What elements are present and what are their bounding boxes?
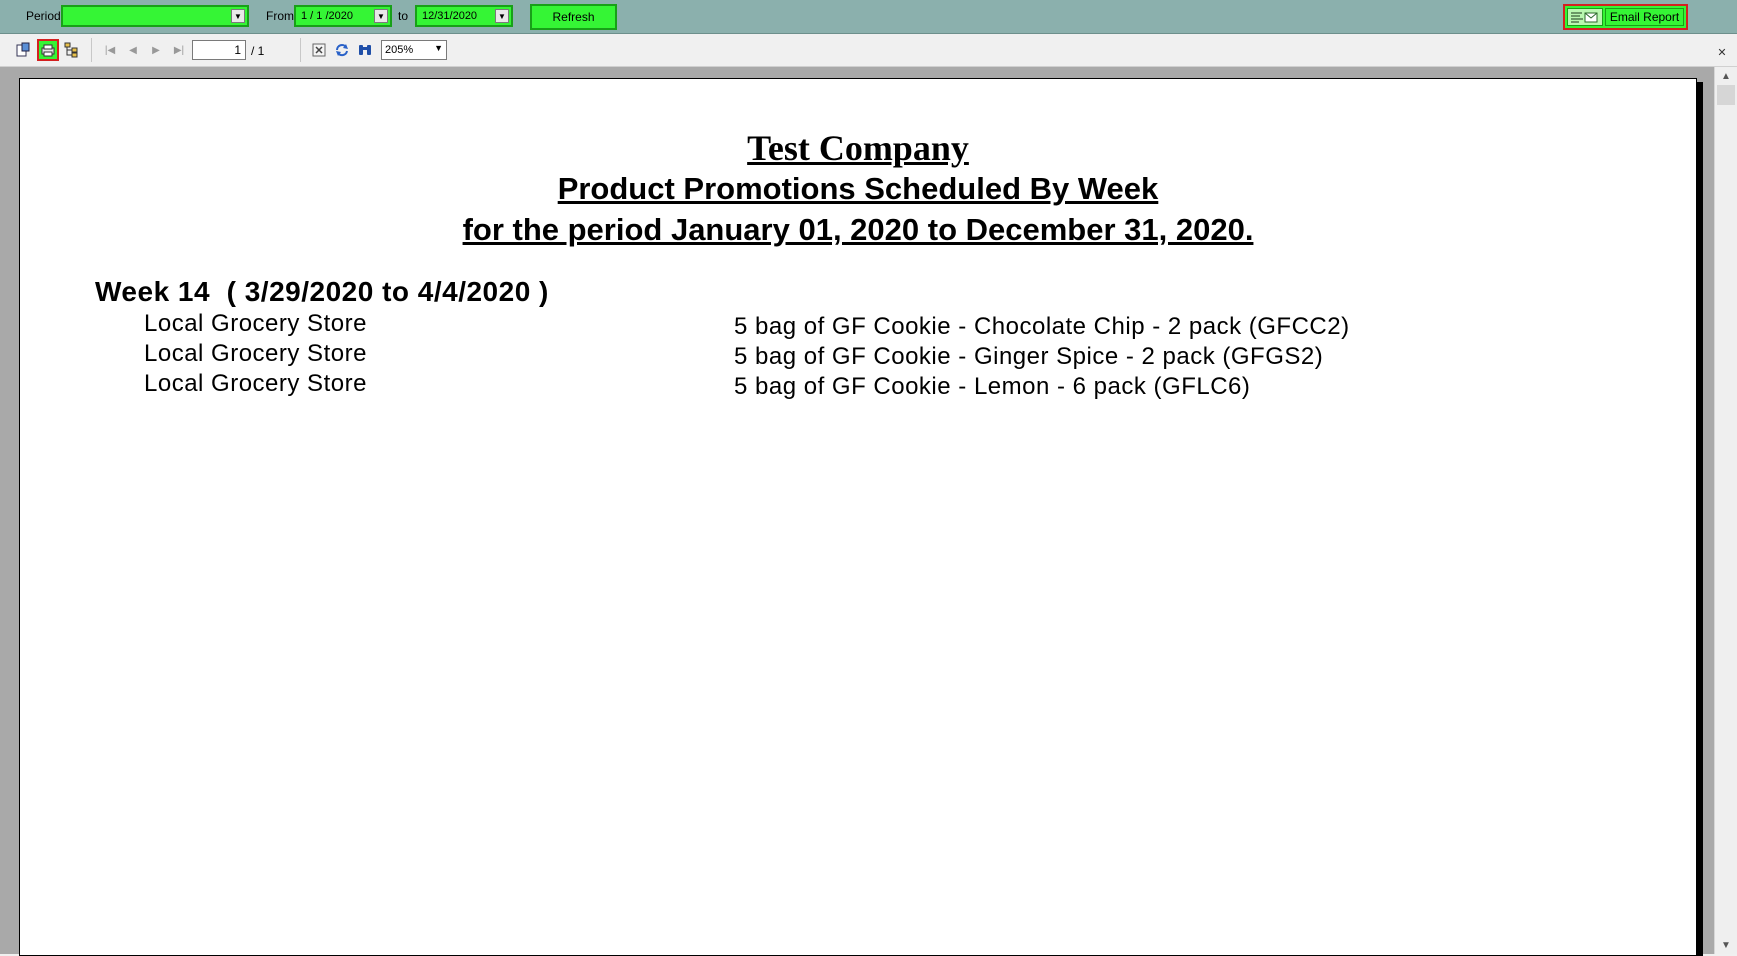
chevron-down-icon[interactable]: ▼: [231, 9, 245, 23]
product-description: 5 bag of GF Cookie - Ginger Spice - 2 pa…: [734, 343, 1324, 370]
report-page: Test Company Product Promotions Schedule…: [19, 78, 1697, 956]
group-tree-icon[interactable]: [63, 41, 81, 59]
from-date-picker[interactable]: 1 / 1 /2020 ▼: [294, 5, 392, 27]
refresh-button[interactable]: Refresh: [530, 4, 617, 30]
report-period: for the period January 01, 2020 to Decem…: [462, 212, 1254, 247]
chevron-down-icon[interactable]: ▼: [374, 9, 388, 23]
chevron-down-icon[interactable]: ▼: [434, 43, 443, 53]
filter-bar: Period ▼ From 1 / 1 /2020 ▼ to 12/31/202…: [0, 0, 1737, 34]
chevron-down-icon[interactable]: ▼: [495, 9, 509, 23]
from-label: From: [266, 9, 294, 23]
from-date-value: 1 / 1 /2020: [301, 10, 353, 22]
export-icon[interactable]: [14, 41, 32, 59]
next-page-icon[interactable]: ▶: [147, 41, 165, 59]
scroll-up-icon[interactable]: ▲: [1717, 67, 1735, 85]
period-select[interactable]: ▼: [61, 5, 249, 27]
first-page-icon[interactable]: |◀: [101, 41, 119, 59]
report-title: Product Promotions Scheduled By Week: [557, 171, 1159, 206]
page-number-input[interactable]: 1: [192, 40, 246, 60]
report-viewer: Test Company Product Promotions Schedule…: [0, 67, 1737, 956]
to-date-picker[interactable]: 12/31/2020 ▼: [415, 5, 513, 27]
company-title: Test Company: [747, 128, 969, 168]
vertical-scrollbar[interactable]: ▲ ▼: [1714, 67, 1737, 954]
close-icon[interactable]: ✕: [1713, 43, 1731, 61]
store-name: Local Grocery Store: [144, 340, 367, 367]
product-description: 5 bag of GF Cookie - Lemon - 6 pack (GFL…: [734, 373, 1251, 400]
store-name: Local Grocery Store: [144, 310, 367, 337]
report-toolbar: |◀ ◀ ▶ ▶| 1 / 1 205% ▼ ✕: [0, 34, 1737, 67]
toolbar-divider: [91, 38, 92, 62]
last-page-icon[interactable]: ▶|: [170, 41, 188, 59]
toolbar-divider: [300, 38, 301, 62]
refresh-icon[interactable]: [333, 41, 351, 59]
product-description: 5 bag of GF Cookie - Chocolate Chip - 2 …: [734, 313, 1350, 340]
previous-page-icon[interactable]: ◀: [124, 41, 142, 59]
store-name: Local Grocery Store: [144, 370, 367, 397]
email-report-button[interactable]: Email Report: [1605, 8, 1684, 26]
week-header: Week 14 ( 3/29/2020 to 4/4/2020 ): [95, 276, 549, 307]
print-icon[interactable]: [37, 39, 59, 61]
email-report-group: Email Report: [1563, 4, 1688, 30]
stop-icon[interactable]: [310, 41, 328, 59]
email-options-icon[interactable]: [1567, 8, 1603, 26]
search-binoculars-icon[interactable]: [356, 41, 374, 59]
total-pages-label: / 1: [251, 44, 265, 58]
period-label: Period: [26, 9, 61, 23]
zoom-value: 205%: [385, 44, 414, 56]
zoom-select[interactable]: 205% ▼: [381, 40, 447, 60]
scroll-down-icon[interactable]: ▼: [1717, 936, 1735, 954]
to-label: to: [398, 9, 409, 23]
to-date-value: 12/31/2020: [422, 10, 478, 22]
scroll-thumb[interactable]: [1717, 85, 1735, 105]
